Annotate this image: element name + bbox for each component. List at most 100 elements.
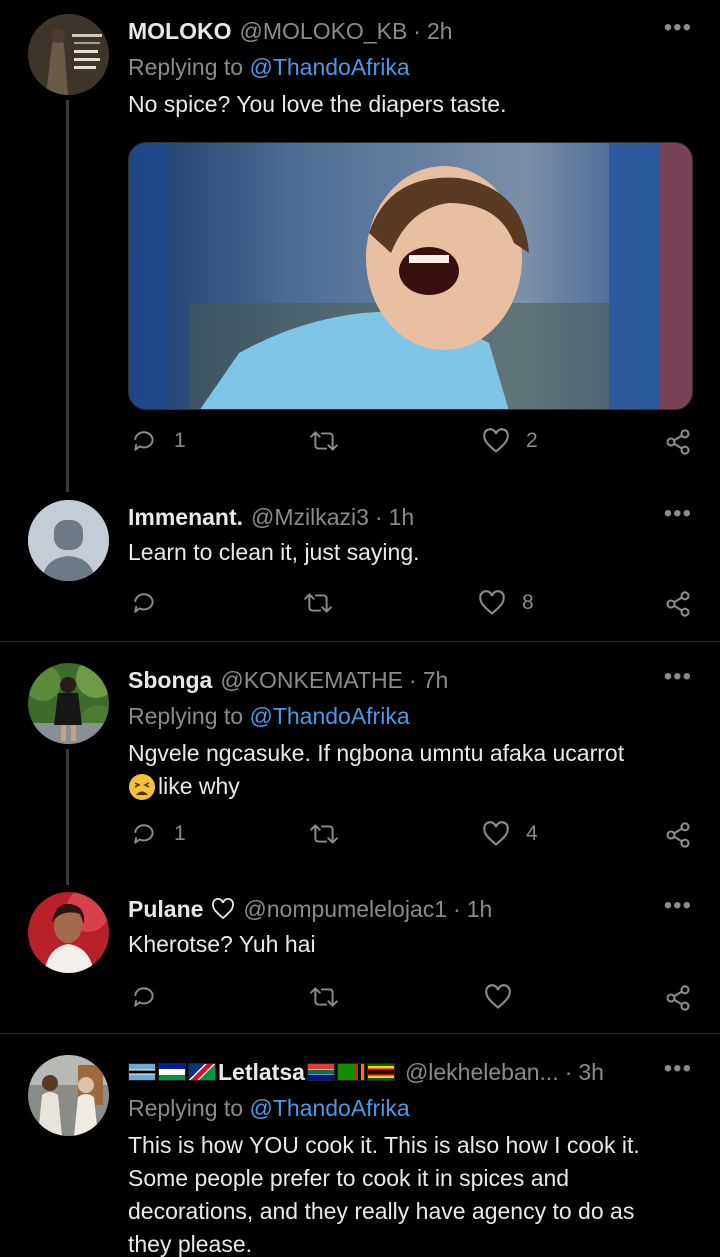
retweet-icon <box>310 987 338 1007</box>
timestamp[interactable]: 2h <box>427 18 453 45</box>
display-name[interactable]: Sbonga <box>128 667 212 694</box>
more-icon[interactable]: ••• <box>664 502 692 526</box>
retweet-icon <box>310 431 338 451</box>
like-icon <box>483 428 509 453</box>
tweet-text: No spice? You love the diapers taste. <box>128 91 507 117</box>
user-handle[interactable]: @KONKEMATHE <box>220 667 403 694</box>
retweet-button[interactable] <box>310 984 338 1010</box>
reply-button[interactable]: 1 <box>132 428 186 454</box>
like-button[interactable]: 2 <box>482 428 538 454</box>
share-button[interactable] <box>664 984 692 1012</box>
tweet-text-fragment: like why <box>158 773 240 799</box>
share-icon <box>666 591 690 617</box>
share-button[interactable] <box>664 428 692 456</box>
reply-button[interactable] <box>132 590 158 616</box>
replying-to: Replying to @ThandoAfrika <box>128 1095 410 1122</box>
mention-link[interactable]: @ThandoAfrika <box>249 703 409 729</box>
timestamp[interactable]: 1h <box>389 504 415 531</box>
reply-icon <box>134 593 154 613</box>
replying-label: Replying to <box>128 54 244 80</box>
separator-dot: · <box>564 1058 573 1085</box>
tweet-header: Pulane @nompumelelojac1 · 1h <box>128 892 492 926</box>
user-handle[interactable]: @MOLOKO_KB <box>240 18 408 45</box>
avatar[interactable] <box>28 892 109 973</box>
tweet-header: Immenant. @Mzilkazi3 · 1h <box>128 500 414 534</box>
tweet-text: Kherotse? Yuh hai <box>128 931 316 957</box>
like-button[interactable]: 8 <box>478 590 534 616</box>
display-name[interactable]: Pulane <box>128 896 203 923</box>
divider <box>0 641 720 642</box>
tweet-actions: 1 2 <box>128 428 694 462</box>
reply-icon <box>134 987 154 1007</box>
tweet-image[interactable] <box>128 142 693 410</box>
tweet-text-line: Some people prefer to cook it in spices … <box>128 1165 570 1191</box>
like-count: 8 <box>522 591 534 614</box>
reply-button[interactable]: 1 <box>132 821 186 847</box>
flag-lesotho-icon <box>158 1063 186 1081</box>
tweet-text-line: like why <box>128 770 688 803</box>
timestamp[interactable]: 3h <box>578 1059 604 1086</box>
like-count: 4 <box>526 822 538 845</box>
tweet-actions: 8 <box>128 590 694 624</box>
display-name[interactable]: Immenant. <box>128 504 243 531</box>
tweet-letlatsa[interactable]: Letlatsa @lekheleban... · 3h ••• Replyin… <box>0 1055 720 1257</box>
tweet-moloko[interactable]: MOLOKO @MOLOKO_KB · 2h ••• Replying to @… <box>0 14 720 494</box>
separator-dot: · <box>409 666 417 693</box>
reply-button[interactable] <box>132 984 158 1010</box>
like-button[interactable]: 4 <box>482 821 538 847</box>
retweet-icon <box>304 593 332 613</box>
reply-count: 1 <box>174 429 186 452</box>
like-count: 2 <box>526 429 538 452</box>
tweet-pulane[interactable]: Pulane @nompumelelojac1 · 1h ••• Kherots… <box>0 892 720 1032</box>
retweet-button[interactable] <box>310 821 338 847</box>
avatar[interactable] <box>28 500 109 581</box>
more-icon[interactable]: ••• <box>664 1057 692 1081</box>
reply-icon <box>134 824 154 844</box>
share-icon <box>666 429 690 455</box>
separator-dot: · <box>374 503 383 530</box>
tweet-text-line: decorations, and they really have agency… <box>128 1198 635 1224</box>
divider <box>0 1033 720 1034</box>
tweet-actions <box>128 984 694 1018</box>
flag-namibia-icon <box>188 1063 216 1081</box>
reply-count: 1 <box>174 822 186 845</box>
like-icon <box>485 984 511 1009</box>
more-icon[interactable]: ••• <box>664 665 692 689</box>
retweet-button[interactable] <box>304 590 332 616</box>
like-icon <box>483 821 509 846</box>
separator-dot: · <box>413 17 421 44</box>
timestamp[interactable]: 7h <box>423 667 449 694</box>
replying-label: Replying to <box>128 1095 244 1121</box>
tweet-text-line: This is how YOU cook it. This is also ho… <box>128 1132 640 1158</box>
tweet-text-line: they please. <box>128 1231 253 1257</box>
tweet-sbonga[interactable]: Sbonga @KONKEMATHE · 7h ••• Replying to … <box>0 663 720 885</box>
mention-link[interactable]: @ThandoAfrika <box>249 54 409 80</box>
avatar[interactable] <box>28 1055 109 1136</box>
like-button[interactable] <box>484 984 512 1010</box>
weary-face-emoji <box>129 773 155 800</box>
more-icon[interactable]: ••• <box>664 894 692 918</box>
timestamp[interactable]: 1h <box>467 896 493 923</box>
display-name[interactable]: MOLOKO <box>128 18 232 45</box>
display-name[interactable]: Letlatsa <box>218 1059 305 1086</box>
replying-label: Replying to <box>128 703 244 729</box>
separator-dot: · <box>453 895 461 922</box>
mention-link[interactable]: @ThandoAfrika <box>249 1095 409 1121</box>
like-icon <box>479 590 505 615</box>
replying-to: Replying to @ThandoAfrika <box>128 54 410 81</box>
avatar[interactable] <box>28 14 109 95</box>
tweet-text: This is how YOU cook it. This is also ho… <box>128 1129 708 1257</box>
share-button[interactable] <box>664 590 692 618</box>
reply-icon <box>134 431 154 451</box>
more-icon[interactable]: ••• <box>664 16 692 40</box>
retweet-button[interactable] <box>310 428 338 454</box>
user-handle[interactable]: @lekheleban... <box>405 1059 559 1086</box>
share-icon <box>666 985 690 1011</box>
tweet-immenant[interactable]: Immenant. @Mzilkazi3 · 1h ••• Learn to c… <box>0 500 720 642</box>
tweet-header: MOLOKO @MOLOKO_KB · 2h <box>128 14 453 48</box>
share-button[interactable] <box>664 821 692 849</box>
user-handle[interactable]: @nompumelelojac1 <box>243 896 447 923</box>
flag-botswana-icon <box>128 1063 156 1081</box>
avatar[interactable] <box>28 663 109 744</box>
user-handle[interactable]: @Mzilkazi3 <box>251 504 369 531</box>
